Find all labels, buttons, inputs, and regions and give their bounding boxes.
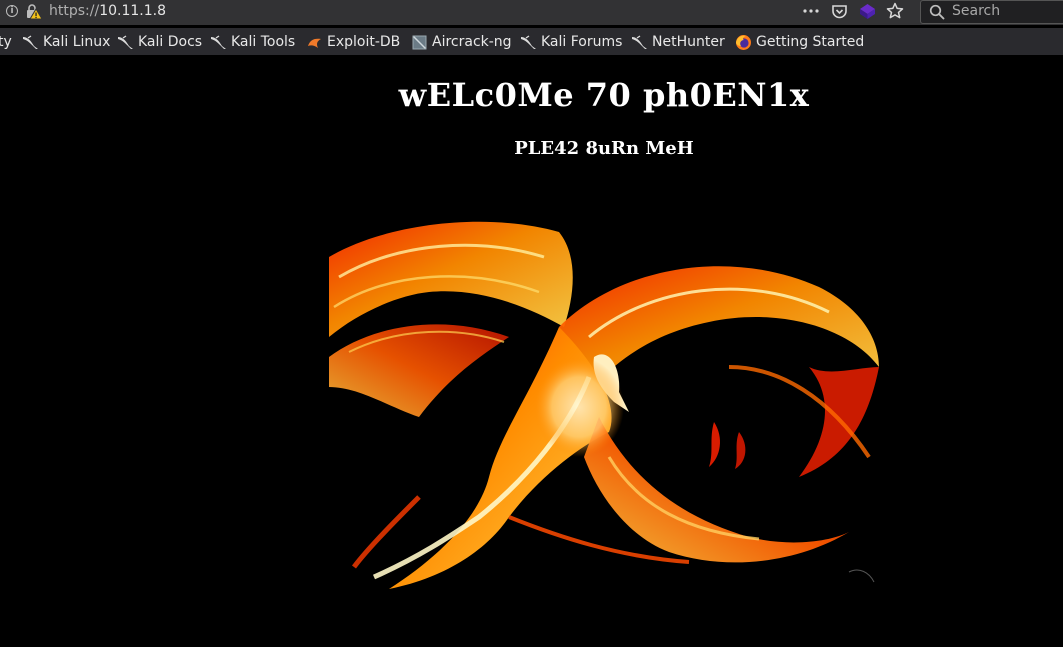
phoenix-image <box>329 217 879 597</box>
bookmark-label: Exploit-DB <box>327 34 401 50</box>
bookmark-star-icon[interactable] <box>886 2 904 20</box>
page-subtitle: PLE42 8uRn MeH <box>514 138 694 159</box>
kali-dragon-icon <box>521 34 536 49</box>
search-placeholder: Search <box>952 3 1001 19</box>
info-icon[interactable]: i <box>6 5 18 17</box>
kali-dragon-icon <box>211 34 226 49</box>
page-title: wELc0Me 70 ph0EN1x <box>398 76 810 114</box>
bookmark-label: Aircrack-ng <box>432 34 512 50</box>
kali-dragon-icon <box>23 34 38 49</box>
kali-dragon-icon <box>118 34 133 49</box>
bookmarks-toolbar: ty Kali Linux Kali Docs Kali Tools Explo… <box>0 28 1063 55</box>
search-icon <box>929 4 945 20</box>
bookmark-exploit-db[interactable]: Exploit-DB <box>306 33 400 51</box>
bookmark-label: Kali Docs <box>138 34 203 50</box>
url-text[interactable]: https://10.11.1.8 <box>49 3 166 19</box>
bookmark-label: ty <box>0 34 12 50</box>
aircrack-icon <box>412 34 427 50</box>
url-scheme: https:// <box>49 3 100 19</box>
bookmark-kali-forums[interactable]: Kali Forums <box>520 33 622 51</box>
bookmark-truncated[interactable]: ty <box>0 33 12 51</box>
bookmark-label: Kali Linux <box>43 34 111 50</box>
pocket-icon[interactable] <box>831 3 848 20</box>
extension-icon[interactable] <box>859 3 876 20</box>
page-actions-more-icon[interactable] <box>802 4 820 18</box>
bookmark-kali-linux[interactable]: Kali Linux <box>22 33 110 51</box>
bookmark-getting-started[interactable]: Getting Started <box>735 33 864 51</box>
bookmark-label: NetHunter <box>652 34 725 50</box>
bookmark-nethunter[interactable]: NetHunter <box>631 33 725 51</box>
url-host: 10.11.1.8 <box>99 3 166 19</box>
firefox-icon <box>736 34 751 50</box>
bookmark-label: Kali Forums <box>541 34 623 50</box>
insecure-lock-icon[interactable] <box>25 3 43 20</box>
bookmark-label: Kali Tools <box>231 34 296 50</box>
kali-dragon-icon <box>632 34 647 49</box>
bookmark-aircrack-ng[interactable]: Aircrack-ng <box>411 33 512 51</box>
url-bar[interactable]: i https://10.11.1.8 Search <box>0 0 1063 25</box>
bookmark-kali-tools[interactable]: Kali Tools <box>210 33 295 51</box>
search-box[interactable]: Search <box>920 0 1063 24</box>
bookmark-label: Getting Started <box>756 34 865 50</box>
bookmark-kali-docs[interactable]: Kali Docs <box>117 33 202 51</box>
exploit-db-icon <box>308 38 321 48</box>
